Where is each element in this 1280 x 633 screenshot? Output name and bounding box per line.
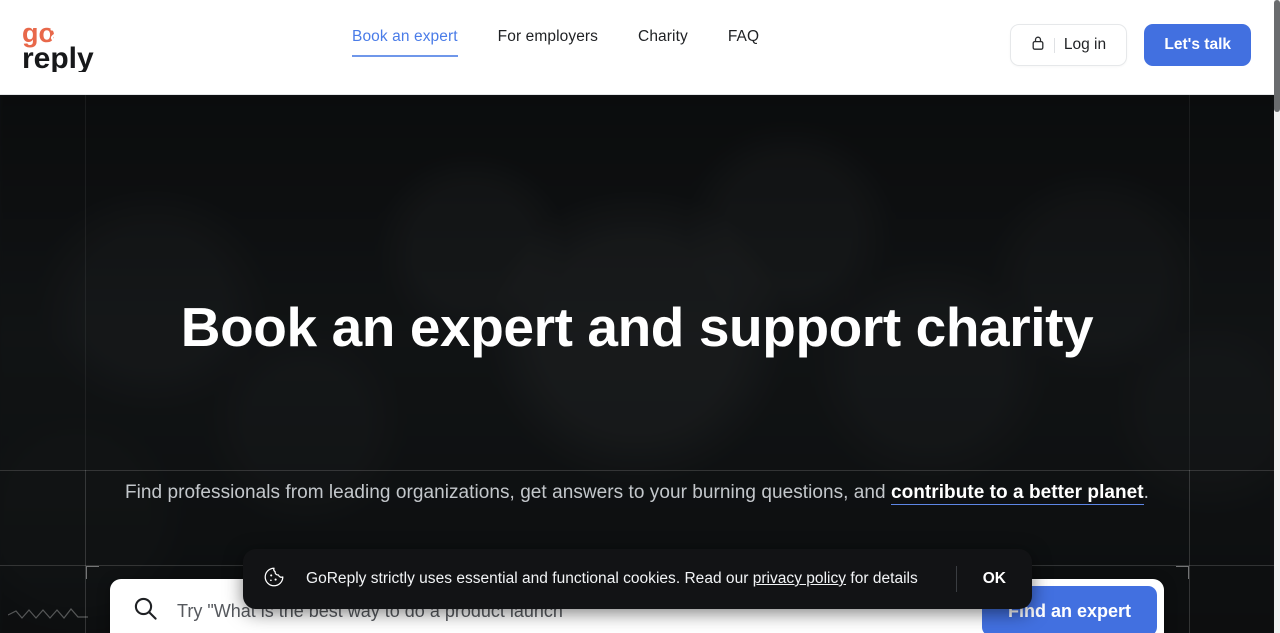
hero-subtitle-text: Find professionals from leading organiza… (124, 482, 891, 503)
page-root: go reply Book an expert For employers Ch… (0, 0, 1280, 633)
cookie-banner: GoReply strictly uses essential and func… (243, 549, 1032, 609)
hero-subtitle: Find professionals from leading organiza… (0, 482, 1274, 505)
cookie-accept-button[interactable]: OK (957, 570, 1032, 588)
search-frame-bracket-top-left (86, 566, 99, 579)
zigzag-decoration (8, 608, 88, 619)
frame-line-top (0, 470, 1274, 471)
cookie-text-before: GoReply strictly uses essential and func… (306, 570, 753, 587)
scrollbar-thumb[interactable] (1274, 0, 1280, 112)
nav-item-book-an-expert[interactable]: Book an expert (352, 28, 458, 57)
nav-item-charity[interactable]: Charity (638, 28, 688, 57)
cookie-text-after: for details (846, 570, 918, 587)
search-frame-bracket-top-right (1176, 566, 1189, 579)
contribute-link[interactable]: contribute to a better planet (890, 482, 1144, 505)
search-icon (132, 595, 159, 627)
lets-talk-button[interactable]: Let's talk (1144, 24, 1251, 66)
goreply-logo[interactable]: go reply (22, 18, 102, 75)
login-button[interactable]: Log in (1010, 24, 1127, 66)
frame-line-vert-right (1189, 470, 1190, 633)
lock-icon (1031, 35, 1045, 56)
site-header: go reply Book an expert For employers Ch… (0, 0, 1274, 95)
hero-subtitle-suffix: . (1143, 482, 1150, 503)
svg-text:reply: reply (22, 42, 94, 72)
cookie-banner-text: GoReply strictly uses essential and func… (306, 570, 918, 588)
login-divider (1053, 37, 1055, 53)
login-label: Log in (1063, 36, 1107, 53)
privacy-policy-link[interactable]: privacy policy (753, 570, 846, 587)
cookie-icon (263, 566, 285, 593)
nav-item-for-employers[interactable]: For employers (498, 28, 598, 57)
logo-svg: go reply (22, 18, 94, 75)
main-nav: Book an expert For employers Charity FAQ (352, 28, 799, 57)
nav-item-faq[interactable]: FAQ (728, 28, 759, 57)
page-title: Book an expert and support charity (180, 296, 1094, 358)
